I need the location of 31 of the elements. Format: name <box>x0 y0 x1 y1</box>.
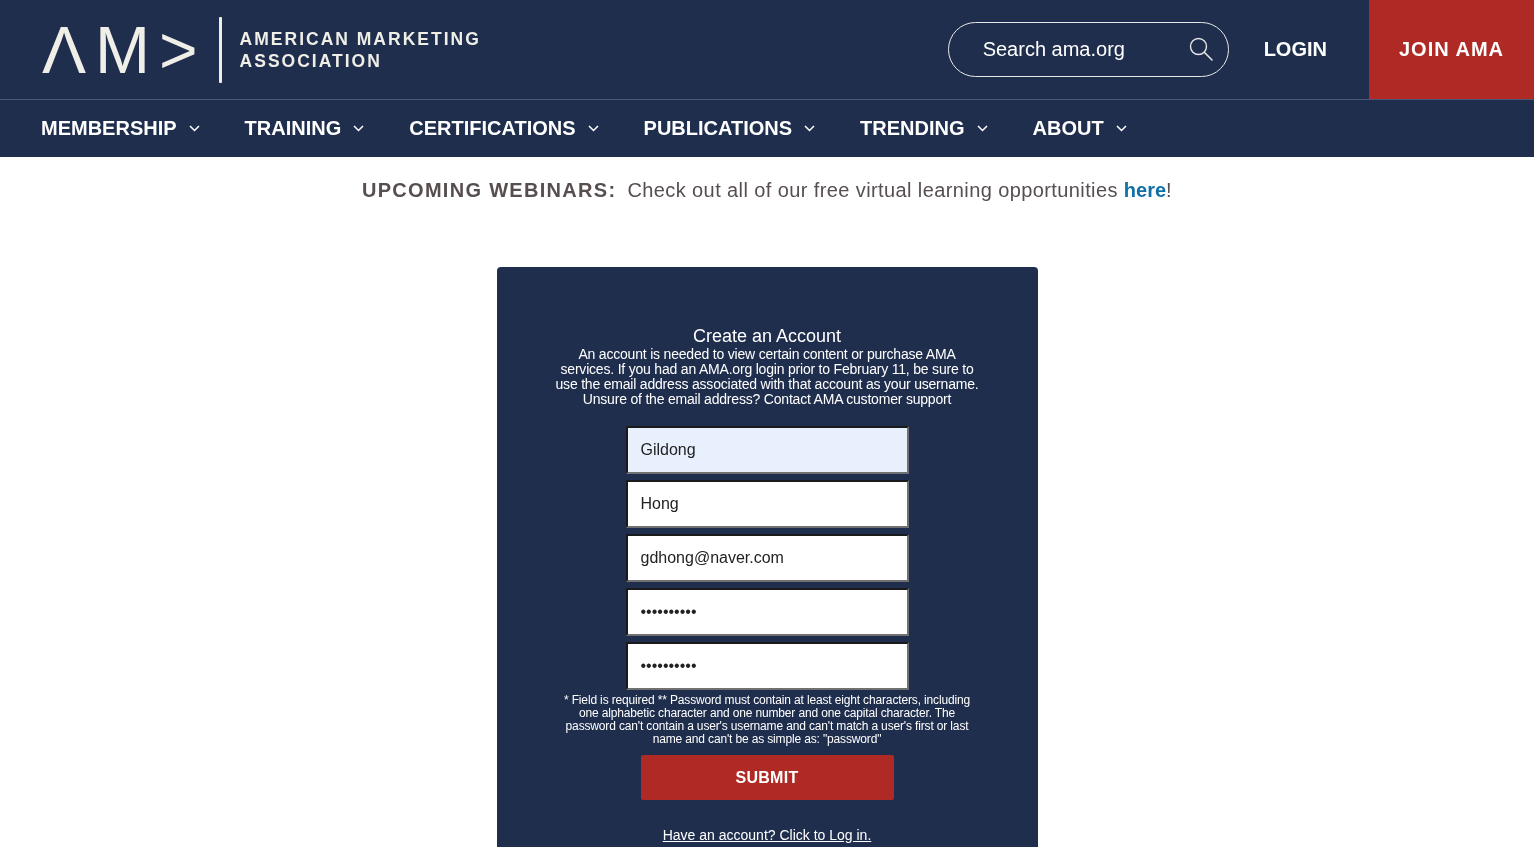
webinar-label: UPCOMING WEBINARS: <box>361 178 617 202</box>
form-title: Create an Account <box>692 325 842 347</box>
chevron-down-icon <box>976 125 988 132</box>
input-field[interactable]: Gildong <box>625 426 909 474</box>
nav-menu-item[interactable]: TRENDING <box>860 117 988 140</box>
login-link[interactable]: Have an account? Click to Log in. <box>662 827 872 843</box>
nav-menu-item[interactable]: MEMBERSHIP <box>41 117 200 140</box>
input-field[interactable]: gdhong@naver.com <box>625 534 909 582</box>
nav-menu-item[interactable]: TRAINING <box>244 117 365 140</box>
input-field[interactable]: Hong <box>625 480 909 528</box>
password-note: * Field is required ** Password must contain at least eight characters, including one alphabetic character and one number and one capital character. The password can't contain a user's username and can't match a user's first or last name and can't be as simple as: "password" <box>562 694 972 746</box>
chevron-down-icon <box>353 125 365 132</box>
join-button[interactable]: JOIN AMA <box>1369 0 1534 99</box>
input-field[interactable]: •••••••••• <box>625 588 909 636</box>
chevron-down-icon <box>587 125 599 132</box>
webinar-link[interactable]: here <box>1123 178 1167 201</box>
input-field[interactable]: •••••••••• <box>625 642 909 690</box>
nav-menu-item[interactable]: ABOUT <box>1032 117 1127 140</box>
nav-menu-item[interactable]: CERTIFICATIONS <box>409 117 599 140</box>
chevron-down-icon <box>188 125 200 132</box>
chevron-down-icon <box>804 125 816 132</box>
logo-wordmark: AMERICAN MARKETING ASSOCIATION <box>239 27 481 72</box>
chevron-down-icon <box>1115 125 1127 132</box>
search-icon[interactable] <box>1188 37 1213 61</box>
submit-button[interactable]: SUBMIT <box>640 755 894 800</box>
logo-mark: ΛM> <box>42 16 207 83</box>
webinar-text: Check out all of our free virtual learning opportunities here! <box>627 178 1173 202</box>
login-link[interactable]: LOGIN <box>1263 38 1327 61</box>
form-description: An account is needed to view certain content or purchase AMA services. If you had an AMA.org login prior to February 11, be sure to use the email address associated with that account as your username. Unsure of the email address? Contact AMA customer support <box>554 347 980 407</box>
search-field[interactable]: Search ama.org <box>947 22 1229 77</box>
nav-menu-item[interactable]: PUBLICATIONS <box>643 117 816 140</box>
